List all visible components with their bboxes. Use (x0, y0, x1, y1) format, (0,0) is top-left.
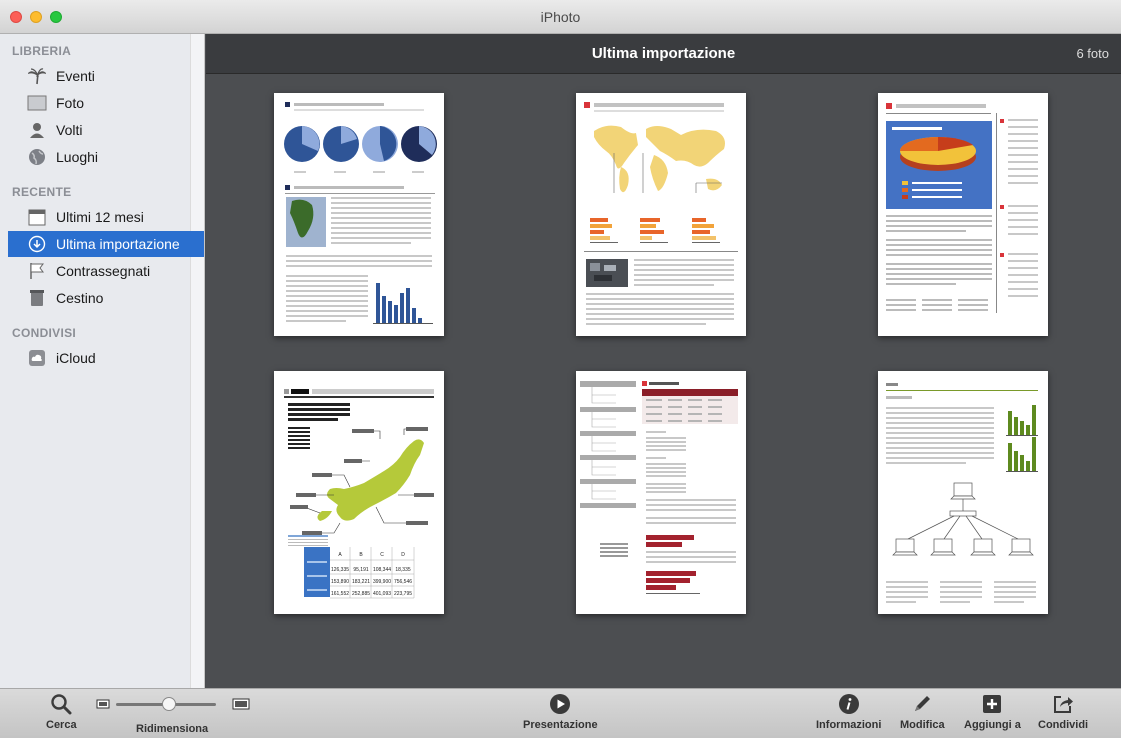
thumbnail-content (886, 383, 1038, 603)
resize-label: Ridimensiona (136, 723, 209, 735)
photo-thumbnail-4[interactable]: A B C D 126,335 95,191 108,344 18,335 15… (274, 371, 444, 614)
sidebar-item-label: Volti (56, 122, 83, 138)
table-cell: 18,335 (395, 567, 411, 573)
photo-thumbnail-1[interactable] (274, 93, 444, 336)
pencil-icon (915, 696, 931, 711)
table-cell: 126,335 (331, 567, 349, 573)
sidebar-item-label: Luoghi (56, 149, 99, 165)
sidebar-item-luoghi[interactable]: Luoghi (0, 144, 190, 170)
table-col-a: A (338, 552, 342, 558)
large-photo-icon (232, 698, 250, 710)
info-label: Informazioni (816, 719, 882, 731)
sidebar-item-label: Cestino (56, 290, 104, 306)
cloud-icon (26, 348, 48, 368)
table-cell: 223,795 (394, 591, 412, 597)
table-cell: 183,221 (352, 579, 370, 585)
add-to-button[interactable]: Aggiungi a (964, 693, 1021, 731)
sidebar-item-label: Foto (56, 95, 85, 111)
thumbnail-content (886, 103, 1038, 313)
bottom-toolbar: Cerca Ridimensiona Presentazione Informa… (0, 688, 1121, 738)
table-cell: 399,900 (373, 579, 391, 585)
sidebar-item-ultimi-12-mesi[interactable]: Ultimi 12 mesi (0, 204, 190, 230)
sidebar-item-cestino[interactable]: Cestino (0, 285, 190, 311)
slider-knob[interactable] (162, 697, 176, 711)
calendar-icon (26, 207, 48, 227)
table-col-c: C (380, 552, 384, 558)
resize-control: Ridimensiona (96, 693, 256, 735)
add-icon (983, 695, 1002, 713)
photo-thumbnail-6[interactable] (878, 371, 1048, 614)
photo-thumbnail-2[interactable] (576, 93, 746, 336)
import-icon (26, 234, 48, 254)
palm-tree-icon (26, 66, 48, 86)
sidebar-item-label: iCloud (56, 350, 96, 366)
photo-thumbnail-5[interactable] (576, 371, 746, 614)
sidebar-item-label: Ultima importazione (56, 236, 180, 252)
table-cell: 95,191 (353, 567, 369, 573)
person-icon (26, 120, 48, 140)
sidebar: LIBRERIA Eventi Foto Volti Luoghi RECENT… (0, 34, 205, 688)
thumbnail-content (284, 102, 437, 324)
sidebar-item-volti[interactable]: Volti (0, 117, 190, 143)
add-to-label: Aggiungi a (964, 719, 1021, 731)
share-label: Condividi (1038, 719, 1089, 731)
iphoto-window: iPhoto LIBRERIA Eventi Foto Volti Luoghi… (0, 0, 1121, 738)
sidebar-item-eventi[interactable]: Eventi (0, 63, 190, 89)
thumbnail-content: A B C D 126,335 95,191 108,344 18,335 15… (284, 389, 434, 599)
section-libreria: LIBRERIA (12, 44, 72, 58)
window-title: iPhoto (540, 9, 581, 25)
photo-browser: Ultima importazione 6 foto A B C D 126,3… (206, 34, 1121, 688)
small-photo-icon (96, 699, 110, 709)
globe-icon (26, 147, 48, 167)
search-label: Cerca (46, 719, 77, 731)
flag-icon (26, 261, 48, 281)
edit-label: Modifica (900, 719, 945, 731)
sidebar-item-ultima-importazione[interactable]: Ultima importazione (8, 231, 204, 257)
info-icon (838, 694, 859, 714)
album-title: Ultima importazione (591, 45, 736, 62)
share-icon (1054, 696, 1074, 713)
table-cell: 252,885 (352, 591, 370, 597)
table-cell: 161,552 (331, 591, 349, 597)
section-condivisi: CONDIVISI (12, 326, 77, 340)
sidebar-item-label: Ultimi 12 mesi (56, 209, 144, 225)
trash-icon (26, 288, 48, 308)
resize-slider[interactable] (96, 693, 256, 715)
info-button[interactable]: Informazioni (816, 693, 881, 731)
sidebar-item-label: Eventi (56, 68, 95, 84)
edit-button[interactable]: Modifica (900, 693, 945, 731)
table-cell: 153,890 (331, 579, 349, 585)
table-col-b: B (359, 552, 363, 558)
title-bar: iPhoto (0, 0, 1121, 34)
sidebar-item-contrassegnati[interactable]: Contrassegnati (0, 258, 190, 284)
photo-count: 6 foto (1076, 46, 1109, 61)
browser-header: Ultima importazione 6 foto (206, 34, 1121, 74)
photo-icon (26, 93, 48, 113)
thumbnail-content (580, 381, 738, 594)
table-col-d: D (401, 552, 405, 558)
table-cell: 108,344 (373, 567, 391, 573)
share-button[interactable]: Condividi (1038, 693, 1088, 731)
play-icon (550, 694, 571, 714)
slideshow-button[interactable]: Presentazione (523, 693, 598, 731)
thumbnail-content (584, 102, 738, 325)
table-cell: 756,546 (394, 579, 412, 585)
search-icon (51, 694, 72, 715)
photo-thumbnail-3[interactable] (878, 93, 1048, 336)
sidebar-scrollbar[interactable] (190, 34, 204, 688)
search-button[interactable]: Cerca (46, 693, 77, 731)
table-cell: 401,093 (373, 591, 391, 597)
section-recente: RECENTE (12, 185, 72, 199)
sidebar-item-icloud[interactable]: iCloud (0, 345, 190, 371)
sidebar-item-foto[interactable]: Foto (0, 90, 190, 116)
sidebar-item-label: Contrassegnati (56, 263, 151, 279)
slideshow-label: Presentazione (523, 719, 598, 731)
